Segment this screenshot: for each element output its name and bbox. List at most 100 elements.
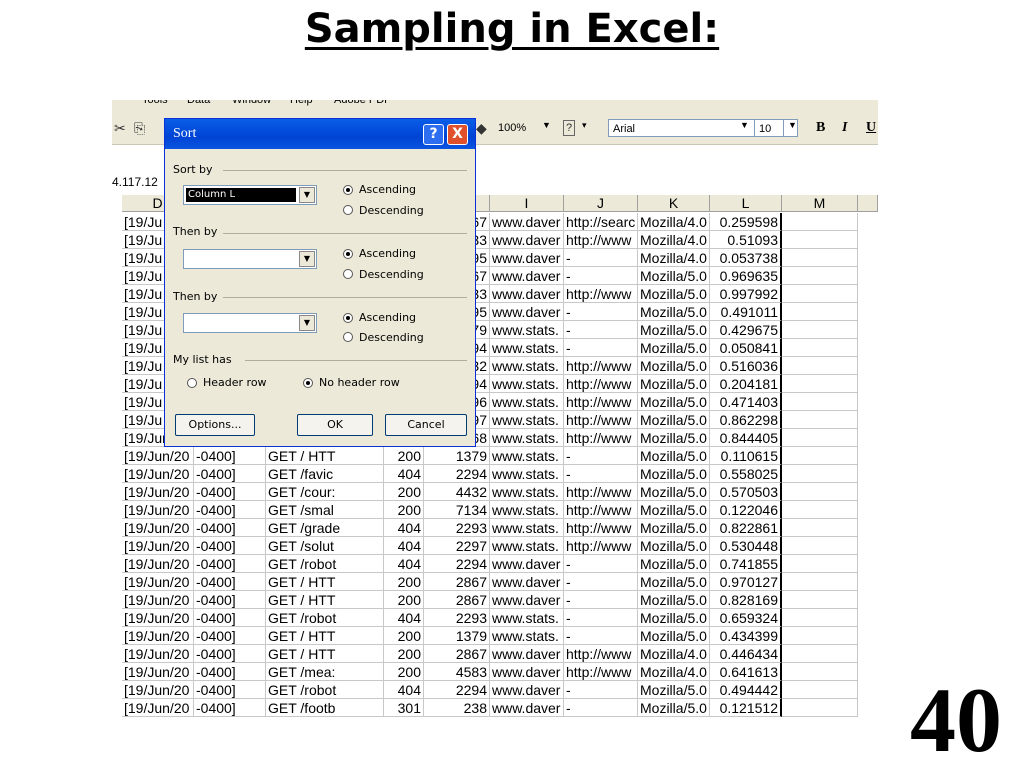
table-cell[interactable]: - <box>564 627 638 645</box>
table-cell[interactable]: http://www <box>564 285 638 303</box>
chevron-down-icon[interactable]: ▼ <box>740 120 749 130</box>
table-cell[interactable]: 0.741855 <box>710 555 782 573</box>
chevron-down-icon[interactable]: ▼ <box>788 120 797 130</box>
table-cell[interactable]: 0.530448 <box>710 537 782 555</box>
table-cell[interactable]: 404 <box>384 465 424 483</box>
table-cell[interactable] <box>782 555 858 573</box>
table-cell[interactable]: [19/Jun/20 <box>122 573 194 591</box>
help-button[interactable]: ? <box>423 124 444 145</box>
cancel-button[interactable]: Cancel <box>385 414 467 436</box>
table-cell[interactable]: Mozilla/5.0 <box>638 573 710 591</box>
table-cell[interactable]: www.stats. <box>490 411 564 429</box>
chevron-down-icon[interactable]: ▼ <box>299 187 315 203</box>
table-cell[interactable]: Mozilla/4.0 <box>638 663 710 681</box>
table-cell[interactable]: - <box>564 555 638 573</box>
table-cell[interactable]: - <box>564 681 638 699</box>
table-cell[interactable]: -0400] <box>194 663 266 681</box>
then-by-select-2[interactable]: ▼ <box>183 313 317 333</box>
table-cell[interactable]: 404 <box>384 681 424 699</box>
table-cell[interactable]: Mozilla/5.0 <box>638 393 710 411</box>
table-cell[interactable]: http://www <box>564 429 638 447</box>
close-button[interactable]: X <box>447 124 468 145</box>
table-cell[interactable]: [19/Jun/20 <box>122 465 194 483</box>
table-cell[interactable]: Mozilla/5.0 <box>638 483 710 501</box>
table-cell[interactable]: - <box>564 609 638 627</box>
table-cell[interactable]: [19/Jun/20 <box>122 519 194 537</box>
table-cell[interactable]: [19/Jun/20 <box>122 447 194 465</box>
table-cell[interactable]: GET /favic <box>266 465 384 483</box>
table-cell[interactable]: GET /smal <box>266 501 384 519</box>
table-cell[interactable]: Mozilla/4.0 <box>638 249 710 267</box>
table-cell[interactable]: - <box>564 249 638 267</box>
table-cell[interactable]: www.daver <box>490 555 564 573</box>
table-cell[interactable]: 4432 <box>424 483 490 501</box>
table-cell[interactable]: http://www <box>564 483 638 501</box>
table-cell[interactable] <box>782 609 858 627</box>
table-cell[interactable]: 200 <box>384 591 424 609</box>
table-cell[interactable]: 200 <box>384 573 424 591</box>
table-cell[interactable]: www.daver <box>490 663 564 681</box>
table-cell[interactable]: - <box>564 699 638 717</box>
table-cell[interactable] <box>782 411 858 429</box>
table-cell[interactable]: [19/Jun/20 <box>122 483 194 501</box>
table-cell[interactable]: -0400] <box>194 483 266 501</box>
table-cell[interactable]: 0.494442 <box>710 681 782 699</box>
table-cell[interactable]: Mozilla/5.0 <box>638 699 710 717</box>
table-cell[interactable]: 238 <box>424 699 490 717</box>
table-cell[interactable]: www.stats. <box>490 465 564 483</box>
table-cell[interactable]: http://www <box>564 357 638 375</box>
table-cell[interactable]: 4583 <box>424 663 490 681</box>
no-header-row-radio[interactable] <box>303 378 313 388</box>
table-cell[interactable]: 0.204181 <box>710 375 782 393</box>
table-cell[interactable]: GET /mea: <box>266 663 384 681</box>
table-cell[interactable]: 404 <box>384 537 424 555</box>
table-cell[interactable]: http://www <box>564 375 638 393</box>
table-cell[interactable] <box>782 663 858 681</box>
table-cell[interactable]: Mozilla/5.0 <box>638 285 710 303</box>
copy-icon[interactable]: ⎘ <box>134 120 145 137</box>
table-cell[interactable]: Mozilla/4.0 <box>638 213 710 231</box>
table-cell[interactable]: 2293 <box>424 519 490 537</box>
chevron-down-icon[interactable]: ▼ <box>542 120 551 130</box>
table-cell[interactable]: Mozilla/5.0 <box>638 591 710 609</box>
table-cell[interactable]: 0.641613 <box>710 663 782 681</box>
chevron-down-icon[interactable]: ▼ <box>299 315 315 331</box>
table-cell[interactable]: http://www <box>564 519 638 537</box>
table-cell[interactable]: GET /grade <box>266 519 384 537</box>
table-cell[interactable]: Mozilla/4.0 <box>638 231 710 249</box>
table-cell[interactable]: [19/Jun/20 <box>122 681 194 699</box>
table-cell[interactable]: www.stats. <box>490 375 564 393</box>
table-cell[interactable]: 0.970127 <box>710 573 782 591</box>
table-cell[interactable]: GET /solut <box>266 537 384 555</box>
table-cell[interactable]: -0400] <box>194 519 266 537</box>
table-cell[interactable]: www.daver <box>490 249 564 267</box>
options-button[interactable]: Options... <box>175 414 255 436</box>
table-cell[interactable]: GET / HTT <box>266 591 384 609</box>
table-cell[interactable]: Mozilla/5.0 <box>638 519 710 537</box>
table-cell[interactable] <box>782 375 858 393</box>
table-cell[interactable]: Mozilla/5.0 <box>638 429 710 447</box>
table-cell[interactable]: Mozilla/5.0 <box>638 411 710 429</box>
table-cell[interactable]: 2867 <box>424 645 490 663</box>
italic-button[interactable]: I <box>842 120 847 136</box>
table-cell[interactable]: http://www <box>564 411 638 429</box>
table-cell[interactable]: - <box>564 339 638 357</box>
column-header-j[interactable]: J <box>564 195 638 212</box>
table-cell[interactable]: www.daver <box>490 645 564 663</box>
table-cell[interactable]: 0.446434 <box>710 645 782 663</box>
table-cell[interactable]: www.daver <box>490 285 564 303</box>
table-cell[interactable]: GET /cour: <box>266 483 384 501</box>
table-cell[interactable]: 0.110615 <box>710 447 782 465</box>
table-cell[interactable] <box>782 537 858 555</box>
table-cell[interactable]: -0400] <box>194 609 266 627</box>
table-cell[interactable] <box>782 321 858 339</box>
table-cell[interactable]: Mozilla/5.0 <box>638 339 710 357</box>
table-cell[interactable]: 0.434399 <box>710 627 782 645</box>
table-cell[interactable]: 0.844405 <box>710 429 782 447</box>
table-cell[interactable]: GET /robot <box>266 609 384 627</box>
table-cell[interactable] <box>782 303 858 321</box>
table-cell[interactable] <box>782 393 858 411</box>
table-cell[interactable] <box>782 213 858 231</box>
table-cell[interactable]: -0400] <box>194 573 266 591</box>
table-cell[interactable]: [19/Jun/20 <box>122 591 194 609</box>
